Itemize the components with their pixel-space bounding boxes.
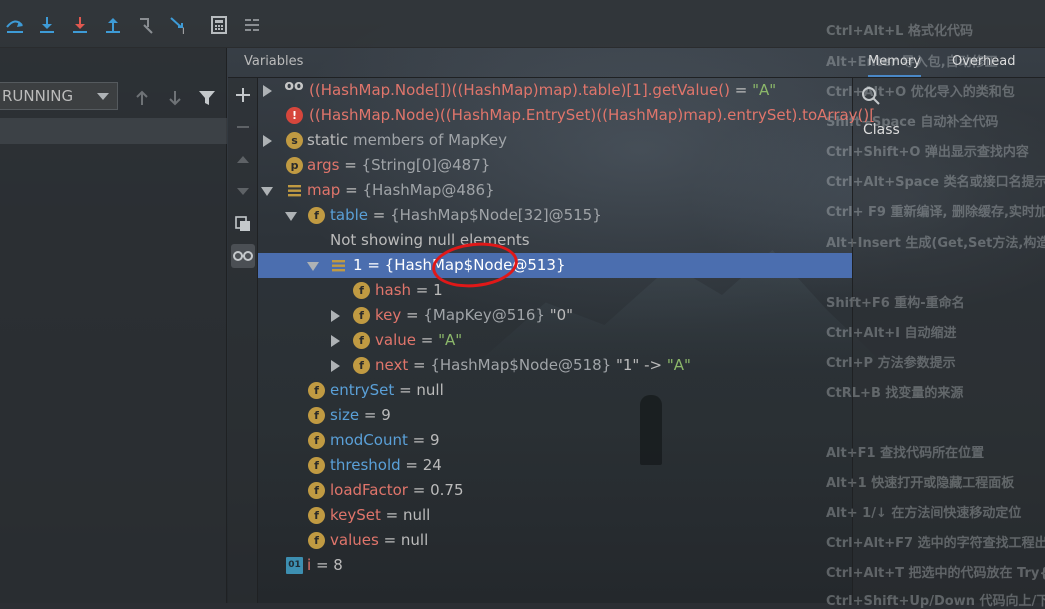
wallpaper-shortcut-text: Alt+ 1/↓ 在方法间快速移动定位 — [826, 506, 1022, 521]
filter-icon[interactable] — [197, 88, 217, 108]
wallpaper-shortcut-text: Ctrl+Alt+F7 选中的字符查找工程出现的地方 — [826, 536, 1045, 551]
static-field-icon: s — [286, 132, 303, 149]
variables-action-strip — [228, 78, 258, 603]
watch-row[interactable]: ! ((HashMap.Node)((HashMap.EntrySet)((Ha… — [258, 103, 875, 128]
error-icon: ! — [286, 107, 303, 124]
tree-row-info: Not showing null elements — [258, 228, 852, 253]
expand-arrow-icon[interactable] — [331, 310, 340, 322]
evaluate-expression-icon[interactable] — [208, 14, 230, 36]
tree-row-next[interactable]: f next = {HashMap$Node@518} "1" -> "A" — [258, 353, 852, 378]
step-into-icon[interactable] — [36, 14, 58, 36]
add-watch-icon[interactable] — [231, 83, 255, 107]
expand-arrow-icon[interactable] — [263, 85, 272, 97]
svg-text:I: I — [182, 27, 185, 35]
drop-frame-icon[interactable] — [135, 14, 157, 36]
tree-row-map[interactable]: map = {HashMap@486} — [258, 178, 852, 203]
field-icon: f — [308, 382, 325, 399]
final-field-icon: f — [308, 482, 325, 499]
tree-row-static[interactable]: s static members of MapKey — [258, 128, 852, 153]
collapse-arrow-icon[interactable] — [307, 262, 319, 271]
watch-expression: ((HashMap.Node)((HashMap.EntrySet)((Hash… — [309, 106, 876, 124]
field-icon: f — [308, 432, 325, 449]
trace-stream-icon[interactable] — [241, 14, 263, 36]
wallpaper-shortcut-text: Ctrl+Shift+O 弹出显示查找内容 — [826, 145, 1029, 160]
tree-row-key[interactable]: f key = {MapKey@516} "0" — [258, 303, 852, 328]
tree-row-values[interactable]: f values = null — [258, 528, 852, 553]
tree-row-size[interactable]: f size = 9 — [258, 403, 852, 428]
thread-selector-value: RUNNING — [2, 87, 74, 105]
show-watches-glasses-icon[interactable] — [231, 244, 255, 268]
tree-row-i[interactable]: 01 i = 8 — [258, 553, 852, 578]
final-field-icon: f — [353, 282, 370, 299]
tree-row-args[interactable]: p args = {String[0]@487} — [258, 153, 852, 178]
expand-arrow-icon[interactable] — [263, 135, 272, 147]
wallpaper-shortcut-text: Alt+Insert 生成(Get,Set方法,构造函数等) — [826, 236, 1045, 251]
wallpaper-shortcut-text: Ctrl+Alt+Space 类名或接口名提示 — [826, 175, 1045, 190]
wallpaper-shortcut-text: Ctrl+Alt+T 把选中的代码放在 Try{} if{} else{} 里 — [826, 566, 1045, 581]
field-icon: f — [308, 532, 325, 549]
step-over-icon[interactable] — [4, 14, 26, 36]
variables-title: Variables — [244, 54, 304, 69]
field-icon: f — [308, 407, 325, 424]
object-lines-icon — [330, 257, 347, 274]
object-lines-icon — [286, 182, 303, 199]
step-out-icon[interactable] — [102, 14, 124, 36]
tree-row-table[interactable]: f table = {HashMap$Node[32]@515} — [258, 203, 852, 228]
wallpaper-shortcut-text: Ctrl+ F9 重新编译, 删除缓存,实时加载 — [826, 205, 1045, 220]
tree-row-value[interactable]: f value = "A" — [258, 328, 852, 353]
collapse-arrow-icon[interactable] — [261, 187, 273, 196]
force-step-into-icon[interactable] — [69, 14, 91, 36]
tree-row-entryset[interactable]: f entrySet = null — [258, 378, 852, 403]
wallpaper-shortcut-text: Ctrl+Alt+L 格式化代码 — [826, 24, 973, 39]
chevron-down-icon — [97, 93, 109, 100]
field-icon: f — [353, 332, 370, 349]
field-icon: f — [308, 207, 325, 224]
remove-watch-icon[interactable] — [231, 115, 255, 139]
wallpaper-shortcut-text: Ctrl+Shift+Up/Down 代码向上/下移动 — [826, 594, 1045, 609]
parameter-icon: p — [286, 157, 303, 174]
watch-glasses-icon: oo — [284, 78, 304, 94]
arrow-up-icon[interactable] — [132, 88, 152, 108]
frames-panel: RUNNING — [0, 48, 227, 603]
move-down-icon[interactable] — [231, 179, 255, 203]
wallpaper-shortcut-text: Alt+Enter 导入包,自动修正 — [826, 55, 998, 70]
tree-row-keyset[interactable]: f keySet = null — [258, 503, 852, 528]
watch-expression: ((HashMap.Node[])((HashMap)map).table)[1… — [309, 81, 730, 99]
wallpaper-shortcut-text: Alt+1 快速打开或隐藏工程面板 — [826, 476, 1015, 491]
watch-row[interactable]: oo ((HashMap.Node[])((HashMap)map).table… — [258, 78, 852, 103]
tree-row-hash[interactable]: f hash = 1 — [258, 278, 852, 303]
copy-icon[interactable] — [231, 212, 255, 236]
wallpaper-shortcut-text: Ctrl+Alt+O 优化导入的类和包 — [826, 85, 1015, 100]
collapse-arrow-icon[interactable] — [285, 212, 297, 221]
field-icon: f — [308, 457, 325, 474]
frame-row-selected[interactable] — [0, 118, 227, 144]
field-icon: f — [353, 357, 370, 374]
tree-row-threshold[interactable]: f threshold = 24 — [258, 453, 852, 478]
primitive-variable-icon: 01 — [286, 557, 303, 574]
variables-tree: oo ((HashMap.Node[])((HashMap)map).table… — [258, 78, 875, 603]
run-to-cursor-icon[interactable]: I — [168, 14, 190, 36]
tree-row-node-selected[interactable]: 1 = {HashMap$Node@513} — [258, 253, 852, 278]
watch-value: "A" — [752, 81, 777, 99]
expand-arrow-icon[interactable] — [331, 360, 340, 372]
tree-row-loadfactor[interactable]: f loadFactor = 0.75 — [258, 478, 852, 503]
final-field-icon: f — [353, 307, 370, 324]
thread-selector[interactable]: RUNNING — [0, 82, 118, 110]
tree-row-modcount[interactable]: f modCount = 9 — [258, 428, 852, 453]
field-icon: f — [308, 507, 325, 524]
expand-arrow-icon[interactable] — [331, 335, 340, 347]
move-up-icon[interactable] — [231, 148, 255, 172]
arrow-down-icon[interactable] — [165, 88, 185, 108]
